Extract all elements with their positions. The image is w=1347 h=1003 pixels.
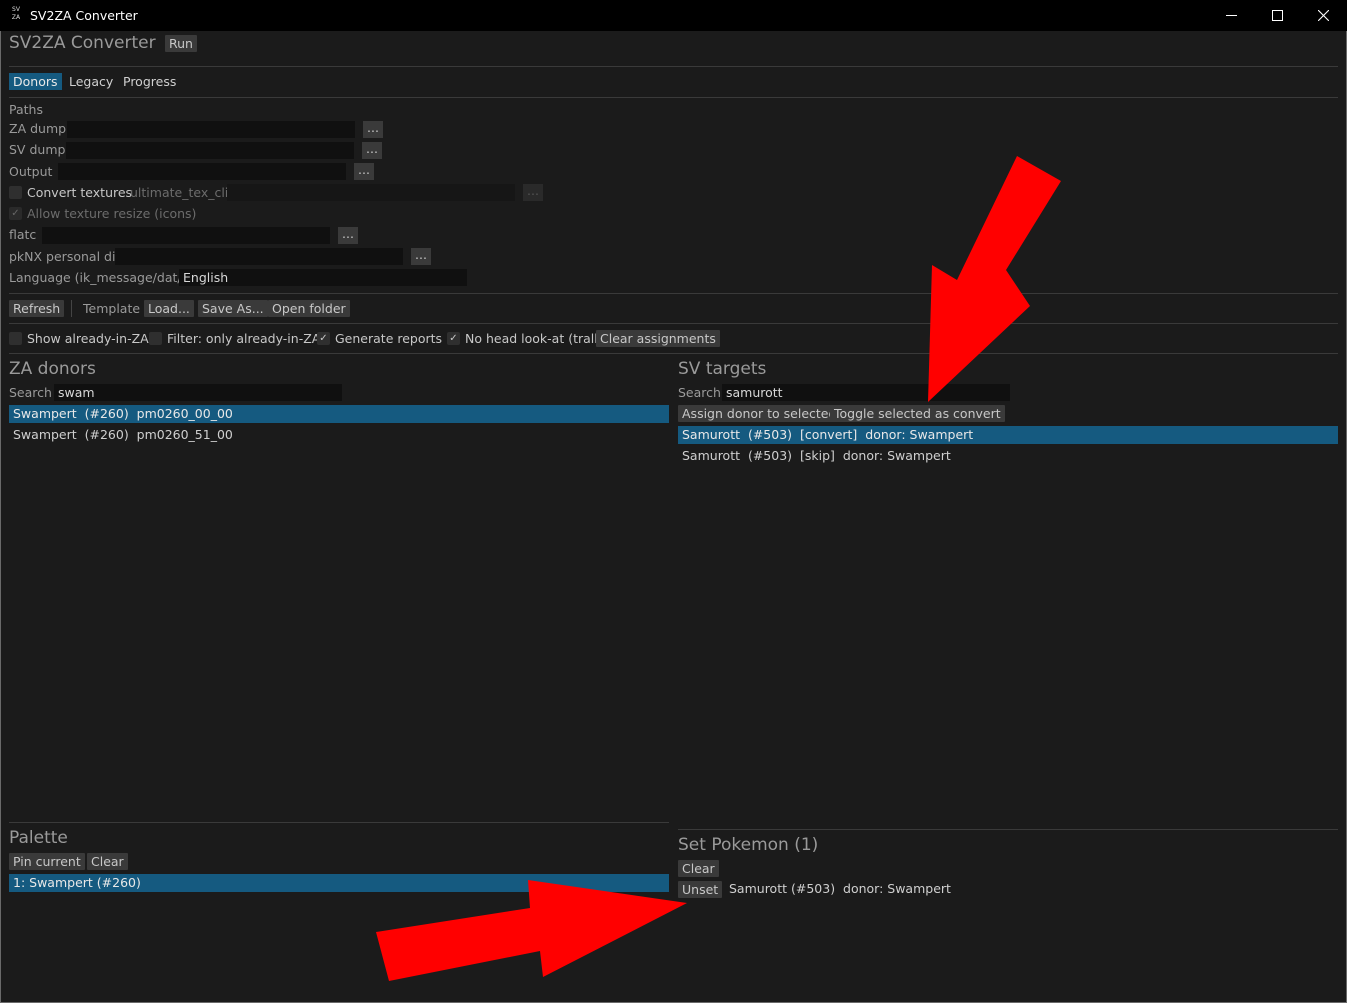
annotation-arrows <box>376 156 1061 981</box>
red-arrow-icon <box>928 156 1061 402</box>
red-arrow-icon <box>376 880 687 981</box>
